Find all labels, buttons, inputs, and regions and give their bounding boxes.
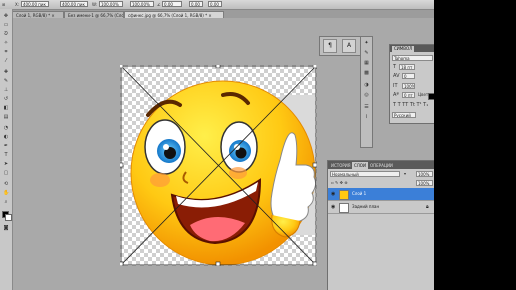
- layer-thumbnail: [339, 203, 349, 213]
- character-panel-header: СИМВОЛ: [390, 45, 434, 52]
- layer-name: Задний план: [352, 204, 380, 209]
- transform-handle[interactable]: [120, 261, 124, 266]
- eyedropper-icon[interactable]: ⁄: [3, 58, 9, 64]
- vertical-scale-field[interactable]: 100%: [402, 83, 415, 89]
- transform-handle[interactable]: [215, 65, 221, 69]
- background-color-swatch[interactable]: [5, 214, 12, 221]
- styles-icon[interactable]: ▦: [363, 60, 370, 67]
- panel-icon-strip: ✦ ✎ ▦ ▩ ◑ ◎ ☰ ⌇: [360, 36, 373, 148]
- gradient-icon[interactable]: ▤: [3, 114, 9, 120]
- lasso-tool-icon[interactable]: ᘐ: [3, 31, 9, 37]
- tab-document-3[interactable]: сфинкс.jpg @ 66,7% (Слой 1, RGB/8) * ×: [124, 11, 224, 18]
- reference-point-icon[interactable]: ⊞: [2, 1, 5, 8]
- skew-v-field[interactable]: 0,00: [208, 1, 222, 7]
- brush-preset-icon[interactable]: ✎: [363, 50, 370, 57]
- transform-handle[interactable]: [120, 65, 124, 69]
- w-field[interactable]: 400,00 пик: [21, 1, 49, 7]
- transform-handle[interactable]: [312, 261, 317, 266]
- height-scale-field[interactable]: 100,00%: [130, 1, 154, 7]
- blend-mode-select[interactable]: Нормальный: [330, 171, 400, 177]
- pen-tool-icon[interactable]: ✒: [3, 143, 9, 149]
- hand-tool-icon[interactable]: ✋: [3, 190, 9, 196]
- collapsed-panel-group: ¶ A: [319, 36, 361, 56]
- rotate-icon: ∠: [157, 2, 161, 7]
- character-panel-icon[interactable]: A: [342, 39, 356, 53]
- tab-document-2[interactable]: Без имени-1 @ 66,7% (Слой 1, RGB/8) * ×: [64, 11, 124, 18]
- visibility-eye-icon[interactable]: ◉: [331, 191, 337, 197]
- opacity-label: ▾: [404, 171, 407, 176]
- dodge-tool-icon[interactable]: ◐: [3, 134, 9, 140]
- document-tabs: Слой 1, RGB/8) * × Без имени-1 @ 66,7% (…: [12, 10, 434, 18]
- type-style-buttons[interactable]: T T TT Tt T¹ T₁: [393, 102, 428, 108]
- history-brush-icon[interactable]: ↺: [3, 96, 9, 102]
- 3d-rotate-icon[interactable]: ⟲: [3, 181, 9, 187]
- transform-handle[interactable]: [215, 261, 221, 266]
- marquee-tool-icon[interactable]: ▭: [3, 22, 9, 28]
- photoshop-window: ⊞ X: 400,00 пик 400,00 пик W: 100,00% 10…: [0, 0, 434, 290]
- transform-handle[interactable]: [312, 162, 317, 168]
- width-scale-field[interactable]: 100,00%: [99, 1, 123, 7]
- character-panel: СИМВОЛ Tahoma T 18 пт AV 0 IT 100% Aª 0 …: [389, 44, 434, 124]
- tab-character[interactable]: СИМВОЛ: [392, 46, 415, 52]
- layers-panel: ИСТОРИЯ СЛОИ ОПЕРАЦИИ Нормальный ▾ 100% …: [327, 160, 434, 290]
- baseline-icon: Aª: [393, 92, 399, 98]
- channels-icon[interactable]: ☰: [363, 104, 370, 111]
- paths-icon[interactable]: ⌇: [363, 114, 370, 121]
- visibility-eye-icon[interactable]: ◉: [331, 204, 337, 210]
- lock-icons[interactable]: ▫ ✎ ✥ ⊕: [331, 180, 348, 186]
- font-size-icon: T: [393, 64, 397, 70]
- zoom-tool-icon[interactable]: ⌕: [3, 199, 9, 205]
- layer-name: Слой 1: [352, 191, 367, 196]
- tracking-field[interactable]: 0: [402, 73, 415, 79]
- x-label: X:: [15, 2, 20, 7]
- clone-stamp-icon[interactable]: ⊥: [3, 87, 9, 93]
- tab-document-1[interactable]: Слой 1, RGB/8) * ×: [12, 11, 64, 18]
- layer-row-selected[interactable]: ◉ Слой 1: [328, 188, 434, 201]
- healing-brush-icon[interactable]: ✚: [3, 69, 9, 75]
- navigator-icon[interactable]: ✦: [363, 40, 370, 47]
- angle-field[interactable]: 0,00: [162, 1, 182, 7]
- adjustments-icon[interactable]: ◑: [363, 82, 370, 89]
- opacity-field[interactable]: 100%: [416, 171, 433, 177]
- skew-h-field[interactable]: 0,00: [189, 1, 203, 7]
- eraser-icon[interactable]: ◧: [3, 105, 9, 111]
- baseline-field[interactable]: 0 пт: [402, 92, 415, 98]
- brush-tool-icon[interactable]: ✎: [3, 78, 9, 84]
- tracking-icon: AV: [393, 73, 400, 79]
- font-family-select[interactable]: Tahoma: [392, 55, 433, 61]
- layer-thumbnail: [339, 190, 349, 200]
- smiley-illustration: [130, 80, 317, 266]
- text-color-swatch[interactable]: [428, 93, 434, 100]
- font-size-field[interactable]: 18 пт: [399, 64, 415, 70]
- path-select-icon[interactable]: ➤: [3, 161, 9, 167]
- tab-actions[interactable]: ОПЕРАЦИИ: [368, 162, 395, 169]
- paragraph-panel-icon[interactable]: ¶: [323, 39, 337, 53]
- type-tool-icon[interactable]: T: [3, 152, 9, 158]
- transform-handle[interactable]: [312, 65, 317, 69]
- options-bar: ⊞ X: 400,00 пик 400,00 пик W: 100,00% 10…: [0, 0, 434, 10]
- h-field[interactable]: 400,00 пик: [60, 1, 88, 7]
- layers-panel-tabs: ИСТОРИЯ СЛОИ ОПЕРАЦИИ: [328, 161, 434, 169]
- lock-icon: 🔒︎: [426, 204, 429, 210]
- swatches-icon[interactable]: ▩: [363, 70, 370, 77]
- shape-tool-icon[interactable]: ▢: [3, 170, 9, 176]
- magic-wand-icon[interactable]: ✧: [3, 40, 9, 46]
- masks-icon[interactable]: ◎: [363, 92, 370, 99]
- move-tool-icon[interactable]: ✥: [3, 13, 9, 19]
- tools-panel: ✥ ▭ ᘐ ✧ ⌗ ⁄ ✚ ✎ ⊥ ↺ ◧ ▤ ◔ ◐ ✒ T ➤ ▢ ⟲ ✋ …: [0, 9, 13, 290]
- document-canvas[interactable]: [120, 65, 317, 266]
- language-select[interactable]: Русский: [392, 112, 416, 118]
- fill-field[interactable]: 100%: [416, 180, 433, 186]
- w-label: W:: [92, 2, 98, 7]
- blur-tool-icon[interactable]: ◔: [3, 125, 9, 131]
- tab-layers[interactable]: СЛОИ: [352, 162, 368, 169]
- crop-tool-icon[interactable]: ⌗: [3, 49, 9, 55]
- transform-handle[interactable]: [120, 162, 124, 168]
- tab-history[interactable]: ИСТОРИЯ: [329, 162, 353, 169]
- layer-row[interactable]: ◉ Задний план 🔒︎: [328, 201, 434, 214]
- quick-mask-icon[interactable]: ◙: [3, 225, 9, 231]
- vertical-scale-icon: IT: [393, 83, 398, 89]
